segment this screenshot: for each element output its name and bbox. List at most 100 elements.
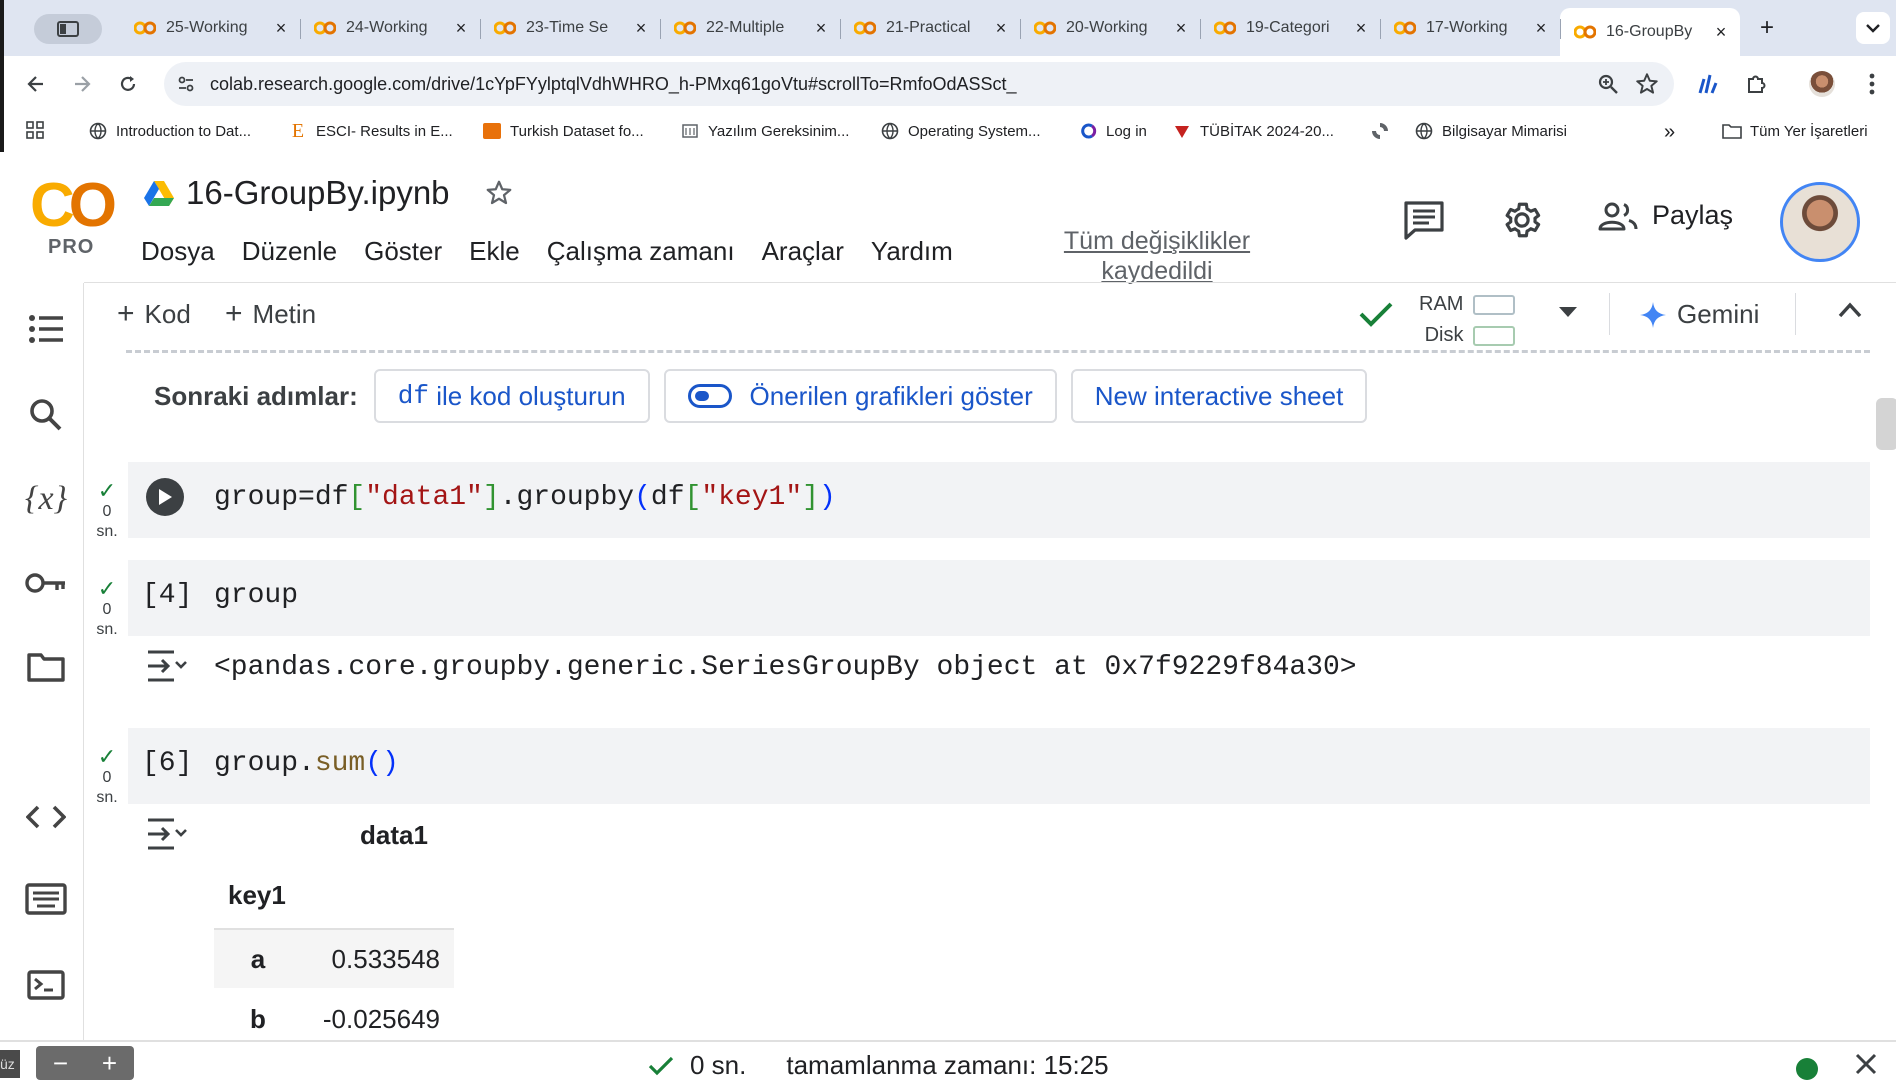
google-drive-icon[interactable] — [144, 180, 174, 207]
menu-tools[interactable]: Araçlar — [762, 236, 844, 267]
browser-tab[interactable]: 17-Working × — [1380, 8, 1560, 48]
bookmarks-overflow-button[interactable]: » — [1664, 121, 1675, 144]
account-avatar[interactable] — [1780, 182, 1860, 262]
profile-button[interactable] — [1806, 68, 1838, 100]
tab-search-button[interactable] — [1856, 12, 1890, 44]
tab-close-icon[interactable]: × — [272, 18, 290, 39]
reload-button[interactable] — [112, 68, 144, 100]
cell-time-unit: sn. — [96, 523, 118, 540]
browser-tab[interactable]: 22-Multiple × — [660, 8, 840, 48]
table-of-contents-button[interactable] — [24, 307, 68, 351]
menu-runtime[interactable]: Çalışma zamanı — [547, 236, 735, 267]
menu-insert[interactable]: Ekle — [469, 236, 520, 267]
all-bookmarks-folder[interactable]: Tüm Yer İşaretleri — [1722, 121, 1868, 141]
tab-close-icon[interactable]: × — [632, 18, 650, 39]
comments-button[interactable] — [1400, 196, 1448, 244]
notebook-title[interactable]: 16-GroupBy.ipynb — [186, 174, 450, 212]
bookmark-item[interactable]: Operating System... — [880, 121, 1041, 141]
browser-tab[interactable]: 25-Working × — [120, 8, 300, 48]
folder-label: Tüm Yer İşaretleri — [1750, 122, 1868, 140]
tab-close-icon[interactable]: × — [1712, 22, 1730, 43]
bookmark-item[interactable]: Yazılım Gereksinim... — [680, 121, 849, 141]
browser-menu-button[interactable] — [1856, 68, 1888, 100]
save-status-link[interactable]: Tüm değişiklikler kaydedildi — [1052, 226, 1262, 286]
close-icon[interactable] — [1854, 1052, 1878, 1076]
share-button[interactable]: Paylaş — [1598, 200, 1733, 231]
bookmark-item[interactable] — [1370, 121, 1398, 141]
site-info-icon[interactable] — [174, 72, 198, 96]
dataset-icon — [482, 121, 502, 141]
tab-sidebar-button[interactable] — [34, 14, 102, 44]
tab-close-icon[interactable]: × — [452, 18, 470, 39]
generate-code-chip[interactable]: df ile kod oluşturun — [373, 369, 650, 423]
chevron-up-icon[interactable] — [1837, 301, 1863, 319]
secrets-button[interactable] — [24, 561, 68, 605]
colab-logo[interactable]: CO PRO — [30, 175, 117, 259]
cell-code[interactable]: group.sum() — [214, 748, 399, 779]
output-toggle-icon[interactable] — [146, 648, 188, 684]
menu-file[interactable]: Dosya — [141, 236, 215, 267]
tab-close-icon[interactable]: × — [1172, 18, 1190, 39]
menu-help[interactable]: Yardım — [871, 236, 953, 267]
tab-close-icon[interactable]: × — [1352, 18, 1370, 39]
cell-code[interactable]: group — [214, 580, 298, 611]
interactive-sheet-chip[interactable]: New interactive sheet — [1070, 369, 1368, 423]
browser-tab[interactable]: 19-Categori × — [1200, 8, 1380, 48]
code-cell[interactable]: [4] group — [128, 560, 1870, 636]
browser-tab[interactable]: 23-Time Se × — [480, 8, 660, 48]
bookmark-item[interactable]: Introduction to Dat... — [88, 121, 251, 141]
runtime-dropdown-icon[interactable] — [1557, 305, 1579, 319]
search-button[interactable] — [24, 393, 68, 437]
cell-time-unit: sn. — [96, 621, 118, 638]
zoom-in-button[interactable]: + — [102, 1048, 117, 1079]
add-code-button[interactable]: + Kod — [117, 297, 191, 331]
apps-grid-icon — [26, 121, 44, 139]
cell-code[interactable]: group=df["data1"].groupby(df["key1"]) — [214, 482, 836, 513]
output-toggle-icon[interactable] — [146, 816, 188, 852]
gemini-button[interactable]: Gemini — [1639, 299, 1759, 330]
apps-button[interactable] — [26, 121, 44, 139]
tab-close-icon[interactable]: × — [812, 18, 830, 39]
code-snippets-button[interactable] — [24, 795, 68, 839]
connection-status-dot[interactable] — [1796, 1058, 1818, 1080]
resource-monitor[interactable]: RAM Disk — [1419, 289, 1516, 351]
menu-view[interactable]: Göster — [364, 236, 442, 267]
bookmark-item[interactable]: Bilgisayar Mimarisi — [1414, 121, 1567, 141]
code-cell[interactable]: group=df["data1"].groupby(df["key1"]) — [128, 462, 1870, 538]
new-tab-button[interactable]: + — [1752, 14, 1782, 42]
star-icon[interactable] — [484, 178, 514, 208]
variables-icon[interactable]: {x} — [24, 477, 68, 521]
tab-close-icon[interactable]: × — [1532, 18, 1550, 39]
browser-tab[interactable]: 24-Working × — [300, 8, 480, 48]
zoom-icon[interactable] — [1596, 72, 1620, 96]
run-cell-button[interactable] — [146, 478, 184, 516]
folder-icon — [27, 653, 65, 682]
command-palette-button[interactable] — [24, 877, 68, 921]
bookmark-item[interactable]: E ESCI- Results in E... — [288, 120, 453, 142]
forward-button[interactable] — [66, 68, 98, 100]
scrollbar-thumb[interactable] — [1876, 398, 1896, 450]
suggested-charts-chip[interactable]: Önerilen grafikleri göster — [663, 369, 1057, 423]
bookmark-star-icon[interactable] — [1634, 71, 1660, 97]
terminal-button[interactable] — [24, 963, 68, 1007]
bookmark-item[interactable]: Turkish Dataset fo... — [482, 121, 644, 141]
browser-tab-active[interactable]: 16-GroupBy × — [1560, 8, 1740, 56]
back-button[interactable] — [20, 68, 52, 100]
browser-tab[interactable]: 21-Practical × — [840, 8, 1020, 48]
code-cell[interactable]: [6] group.sum() — [128, 728, 1870, 804]
execution-duration: 0 sn. — [690, 1050, 747, 1080]
browser-tab[interactable]: 20-Working × — [1020, 8, 1200, 48]
address-bar[interactable]: colab.research.google.com/drive/1cYpFYyl… — [164, 62, 1674, 106]
extension-button[interactable] — [1692, 68, 1724, 100]
files-button[interactable] — [24, 645, 68, 689]
bookmark-item[interactable]: TÜBİTAK 2024-20... — [1172, 121, 1334, 141]
extensions-button[interactable] — [1740, 68, 1772, 100]
tab-close-icon[interactable]: × — [992, 18, 1010, 39]
zoom-out-button[interactable]: − — [53, 1048, 68, 1079]
settings-button[interactable] — [1498, 196, 1546, 244]
execution-status[interactable]: 0 sn. tamamlanma zamanı: 15:25 — [648, 1050, 1109, 1081]
menu-edit[interactable]: Düzenle — [242, 236, 337, 267]
add-text-button[interactable]: + Metin — [225, 297, 316, 331]
bookmark-item[interactable]: Log in — [1078, 121, 1147, 141]
connected-check-icon[interactable] — [1359, 301, 1393, 327]
